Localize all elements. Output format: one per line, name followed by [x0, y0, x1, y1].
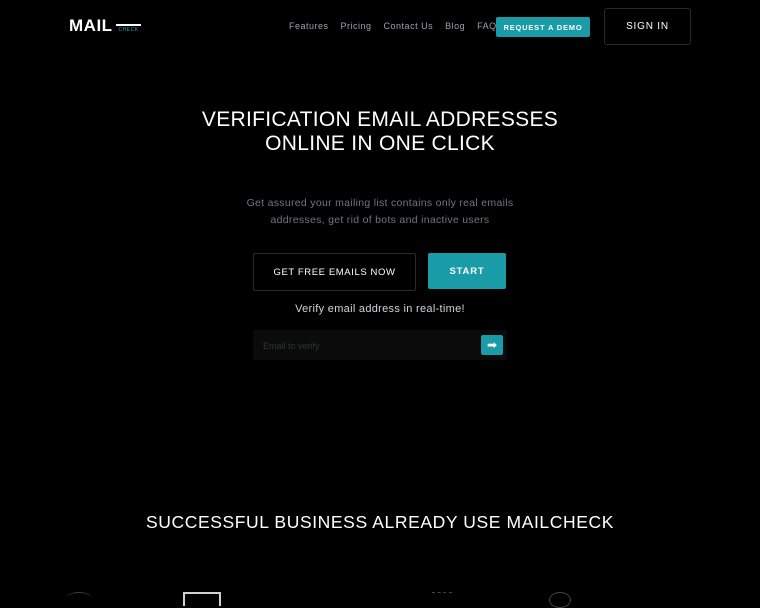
- logo-sub-text: CHECK: [118, 27, 139, 33]
- nav-link-pricing[interactable]: Pricing: [341, 21, 372, 31]
- nav-link-features[interactable]: Features: [289, 21, 329, 31]
- verify-submit-button[interactable]: ➡: [481, 335, 503, 355]
- sign-in-button[interactable]: SIGN IN: [604, 8, 691, 45]
- nav-links: Features Pricing Contact Us Blog FAQ: [289, 21, 509, 31]
- nav-link-blog[interactable]: Blog: [445, 21, 465, 31]
- nav-link-contact[interactable]: Contact Us: [384, 21, 434, 31]
- hero-title: VERIFICATION EMAIL ADDRESSES ONLINE IN O…: [201, 108, 559, 155]
- request-demo-button[interactable]: REQUEST A DEMO: [496, 17, 590, 37]
- partner-logo-4: [549, 592, 571, 608]
- logo-sub: CHECK: [115, 16, 141, 36]
- logo-main-text: MAIL: [69, 16, 113, 35]
- partners-title: SUCCESSFUL BUSINESS ALREADY USE MAILCHEC…: [145, 512, 615, 532]
- logo-bar: [115, 24, 141, 26]
- partner-logo-1: [66, 592, 92, 605]
- logo[interactable]: MAIL CHECK: [69, 16, 141, 36]
- partner-logo-2: [183, 592, 221, 606]
- verify-label: Verify email address in real-time!: [295, 303, 465, 315]
- top-nav: MAIL CHECK Features Pricing Contact Us B…: [0, 0, 760, 52]
- partner-logo-3: [432, 592, 452, 605]
- arrow-right-icon: ➡: [486, 338, 498, 352]
- verify-form: ➡: [253, 330, 507, 362]
- nav-link-faq[interactable]: FAQ: [477, 21, 497, 31]
- start-button[interactable]: START: [428, 253, 506, 289]
- hero-subtitle: Get assured your mailing list contains o…: [246, 197, 514, 226]
- email-verify-input[interactable]: [261, 330, 480, 362]
- get-free-emails-button[interactable]: GET FREE EMAILS NOW: [253, 253, 416, 291]
